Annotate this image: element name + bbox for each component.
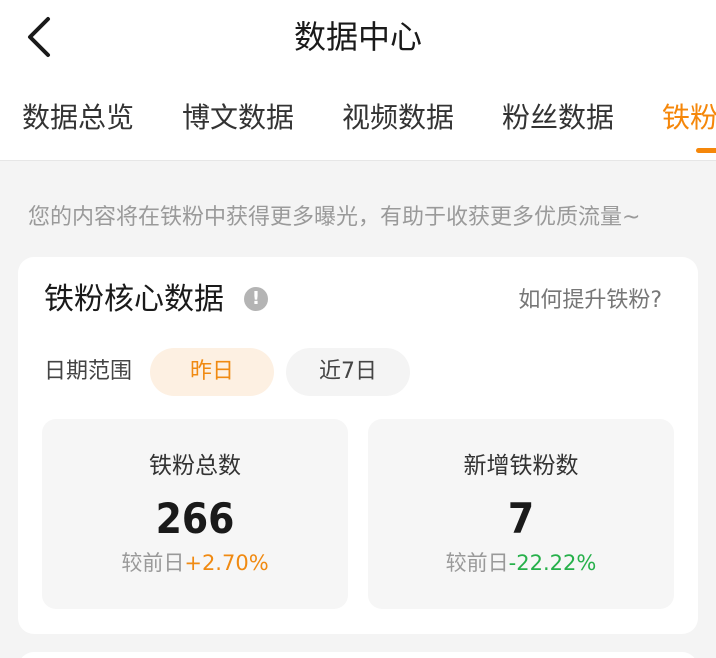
range-yesterday-chip[interactable]: 昨日 (150, 348, 274, 396)
next-card-edge (18, 652, 698, 658)
change-decrease: -22.22% (508, 551, 597, 575)
compare-prefix: 较前日 (121, 551, 185, 575)
tip-text: 您的内容将在铁粉中获得更多曝光，有助于收获更多优质流量~ (28, 205, 641, 230)
stat-new-iron-fans: 新增铁粉数 7 较前日-22.22% (368, 419, 674, 609)
iron-fans-core-card: 铁粉核心数据 ! 如何提升铁粉? 日期范围 昨日 近7日 铁粉总数 266 较前… (18, 257, 698, 634)
tab-iron-fans[interactable]: 铁粉 (662, 98, 716, 138)
date-range-label: 日期范围 (44, 359, 133, 384)
tab-videos[interactable]: 视频数据 (342, 98, 454, 138)
page-title: 数据中心 (293, 18, 422, 56)
info-icon[interactable]: ! (244, 287, 268, 311)
active-tab-indicator (696, 148, 716, 153)
stat-value: 266 (155, 494, 235, 543)
top-bar: 数据中心 数据总览 博文数据 视频数据 粉丝数据 铁粉 (0, 0, 716, 161)
change-increase: +2.70% (184, 551, 269, 575)
tab-bar: 数据总览 博文数据 视频数据 粉丝数据 铁粉 (0, 92, 716, 160)
stat-compare: 较前日-22.22% (368, 547, 674, 579)
tab-fans[interactable]: 粉丝数据 (502, 98, 614, 138)
range-7days-chip[interactable]: 近7日 (286, 348, 410, 396)
how-to-improve-link[interactable]: 如何提升铁粉? (518, 284, 662, 318)
stat-total-iron-fans: 铁粉总数 266 较前日+2.70% (42, 419, 348, 609)
stat-value: 7 (507, 494, 535, 543)
stat-label: 铁粉总数 (149, 453, 241, 479)
card-title: 铁粉核心数据 (44, 282, 224, 317)
page: 数据中心 数据总览 博文数据 视频数据 粉丝数据 铁粉 您的内容将在铁粉中获得更… (0, 0, 716, 658)
tab-overview[interactable]: 数据总览 (22, 98, 134, 138)
stat-label: 新增铁粉数 (463, 453, 579, 479)
stat-compare: 较前日+2.70% (42, 547, 348, 579)
tab-posts[interactable]: 博文数据 (182, 98, 294, 138)
compare-prefix: 较前日 (445, 551, 509, 575)
